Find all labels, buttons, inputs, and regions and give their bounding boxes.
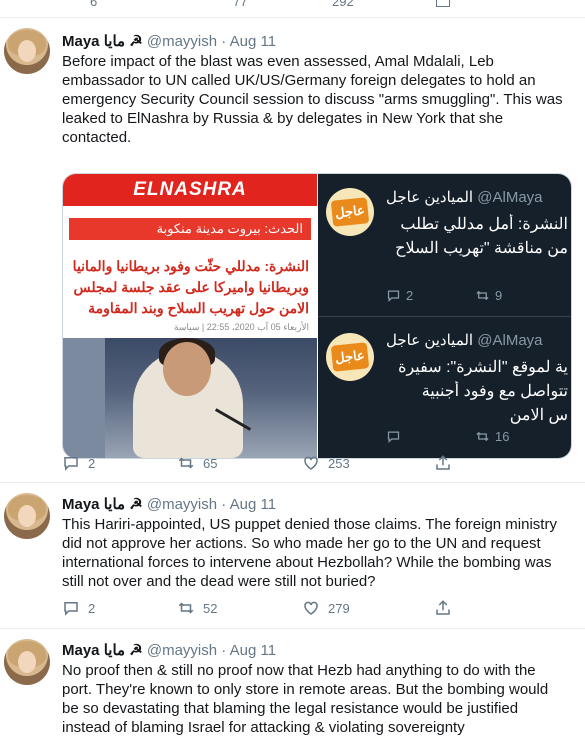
tweet-date[interactable]: Aug 11 — [230, 642, 276, 659]
like-count: 253 — [328, 455, 350, 471]
embedded-name: الميادين عاجل — [386, 189, 474, 206]
prev-reply-count[interactable]: 6 — [90, 0, 97, 9]
speaker-photo — [63, 338, 317, 458]
tweet-actions: 2 65 253 — [62, 454, 482, 474]
embedded-tweet: عاجل الميادين عاجل @AlMaya النشرة: أمل م… — [318, 174, 571, 316]
tweet-text: Before impact of the blast was even asse… — [62, 53, 563, 146]
embedded-handle: @AlMaya — [477, 332, 543, 349]
tweet[interactable]: Maya مايا ☭ @mayyish · Aug 11 Before imp… — [0, 17, 585, 483]
reply-count: 2 — [88, 455, 96, 471]
hammer-sickle-icon: ☭ — [129, 642, 143, 659]
embedded-handle: @AlMaya — [477, 189, 543, 206]
retweet-icon — [178, 457, 194, 469]
retweet-count: 65 — [203, 455, 218, 471]
retweet-button[interactable]: 65 — [177, 454, 217, 472]
reply-icon — [387, 431, 400, 444]
display-name[interactable]: Maya مايا — [62, 33, 125, 50]
breaking-news-bar: الحدث: بيروت مدينة منكوبة — [69, 218, 311, 240]
embedded-reply — [386, 429, 406, 444]
tweet-text: This Hariri-appointed, US puppet denied … — [62, 516, 557, 590]
ajel-logo-icon: عاجل — [326, 188, 374, 236]
almayadeen-screenshot[interactable]: عاجل الميادين عاجل @AlMaya النشرة: أمل م… — [318, 174, 571, 458]
tweet-actions: 2 52 279 — [62, 599, 482, 619]
embedded-text-line: س الامن — [509, 407, 568, 424]
embedded-text-line: ية لموقع "النشرة": سفيرة — [398, 359, 568, 376]
avatar[interactable] — [4, 28, 50, 74]
share-button[interactable] — [434, 599, 460, 617]
embedded-retweet: 16 — [475, 429, 509, 444]
article-date: الأربعاء 05 آب 2020، 22:55 | سياسة — [174, 322, 309, 332]
hammer-sickle-icon: ☭ — [129, 496, 143, 513]
tweet-media[interactable]: ELNASHRA الحدث: بيروت مدينة منكوبة النشر… — [62, 173, 572, 459]
share-button[interactable] — [434, 454, 460, 472]
display-name[interactable]: Maya مايا — [62, 642, 125, 659]
retweet-icon — [476, 290, 489, 301]
article-headline: النشرة: مدللي حثّت وفود بريطانيا والماني… — [72, 258, 309, 316]
heart-icon — [304, 601, 318, 615]
embedded-text-line: من مناقشة "تهريب السلاح — [395, 240, 568, 257]
avatar[interactable] — [4, 493, 50, 539]
like-count: 279 — [328, 600, 350, 616]
reply-count: 2 — [88, 600, 96, 616]
embedded-text-line: تتواصل مع وفود أجنبية — [421, 383, 568, 400]
share-icon — [436, 455, 450, 470]
tweet-header: Maya مايا ☭ @mayyish · Aug 11 — [62, 496, 277, 513]
prev-share-icon[interactable] — [436, 0, 450, 7]
like-button[interactable]: 253 — [302, 454, 350, 472]
handle[interactable]: @mayyish — [147, 33, 217, 50]
prev-like-count[interactable]: 292 — [332, 0, 354, 9]
retweet-icon — [178, 602, 194, 614]
elnashra-screenshot[interactable]: ELNASHRA الحدث: بيروت مدينة منكوبة النشر… — [63, 174, 317, 458]
tweet-date[interactable]: Aug 11 — [230, 496, 276, 513]
reply-button[interactable]: 2 — [62, 454, 95, 472]
tweet-text: No proof then & still no proof now that … — [62, 662, 549, 736]
embedded-reply: 2 — [386, 288, 413, 303]
tweet[interactable]: Maya مايا ☭ @mayyish · Aug 11 This Harir… — [0, 482, 585, 629]
ajel-logo-icon: عاجل — [326, 333, 374, 381]
elnashra-logo: ELNASHRA — [63, 174, 317, 206]
reply-icon — [64, 457, 78, 471]
like-button[interactable]: 279 — [302, 599, 350, 617]
avatar[interactable] — [4, 639, 50, 685]
reply-button[interactable]: 2 — [62, 599, 95, 617]
retweet-button[interactable]: 52 — [177, 599, 217, 617]
tweet-header: Maya مايا ☭ @mayyish · Aug 11 — [62, 33, 277, 50]
embedded-tweet: عاجل الميادين عاجل @AlMaya ية لموقع "الن… — [318, 317, 571, 458]
retweet-icon — [476, 431, 489, 442]
tweet-date[interactable]: Aug 11 — [230, 33, 276, 50]
retweet-count: 52 — [203, 600, 218, 616]
display-name[interactable]: Maya مايا — [62, 496, 125, 513]
heart-icon — [304, 456, 318, 470]
previous-tweet-actions: 6 77 292 — [0, 0, 585, 17]
prev-retweet-count[interactable]: 77 — [233, 0, 247, 9]
tweet-header: Maya مايا ☭ @mayyish · Aug 11 — [62, 642, 277, 659]
share-icon — [436, 600, 450, 615]
reply-icon — [387, 290, 400, 303]
embedded-text-line: النشرة: أمل مدللي تطلب — [400, 216, 568, 233]
handle[interactable]: @mayyish — [147, 496, 217, 513]
hammer-sickle-icon: ☭ — [129, 33, 143, 50]
tweet[interactable]: Maya مايا ☭ @mayyish · Aug 11 No proof t… — [0, 628, 585, 747]
handle[interactable]: @mayyish — [147, 642, 217, 659]
embedded-name: الميادين عاجل — [386, 332, 474, 349]
embedded-retweet: 9 — [475, 288, 502, 303]
reply-icon — [64, 602, 78, 616]
